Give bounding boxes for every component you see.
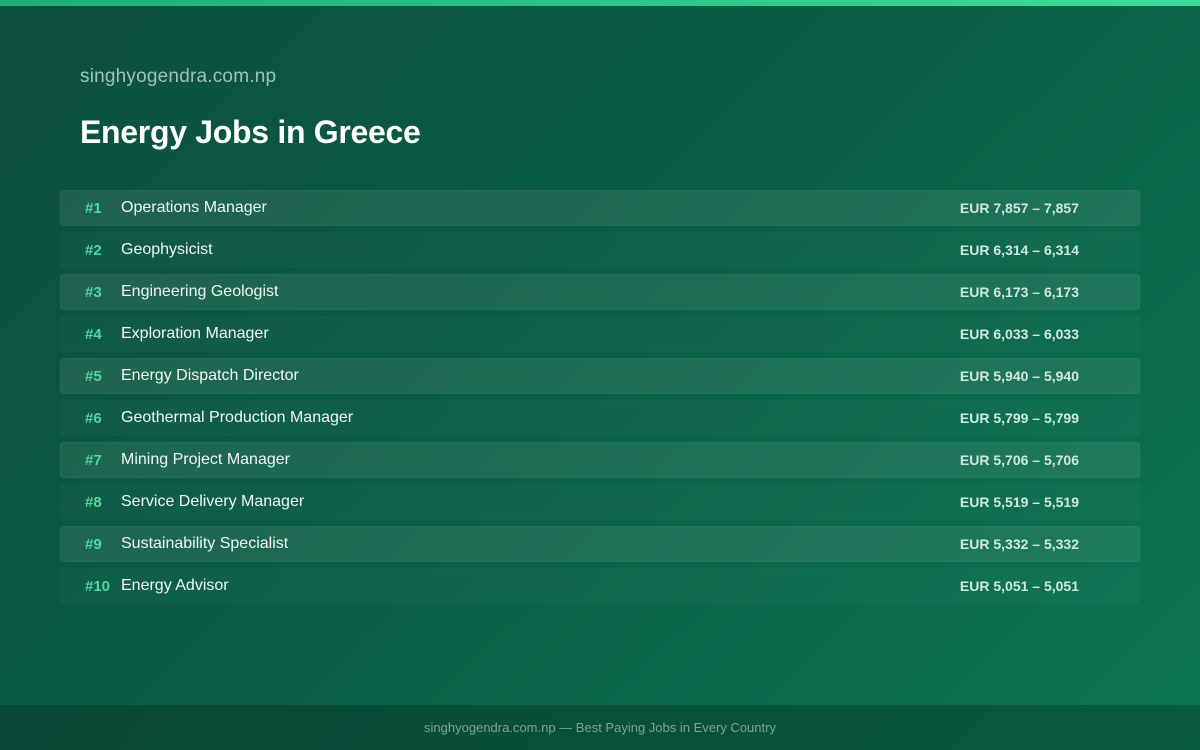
job-row: #7 Mining Project Manager EUR 5,706 – 5,… xyxy=(60,442,1140,478)
footer-text: singhyogendra.com.np — Best Paying Jobs … xyxy=(424,720,776,735)
job-salary: EUR 5,706 – 5,706 xyxy=(959,452,1079,468)
job-salary: EUR 5,332 – 5,332 xyxy=(959,536,1079,552)
job-row: #10 Energy Advisor EUR 5,051 – 5,051 xyxy=(60,568,1140,604)
job-title: Sustainability Specialist xyxy=(121,535,289,552)
job-salary: EUR 6,173 – 6,173 xyxy=(959,284,1079,300)
job-title: Energy Advisor xyxy=(121,577,229,594)
job-salary: EUR 6,314 – 6,314 xyxy=(959,242,1079,258)
job-rank: #8 xyxy=(85,493,102,511)
job-title: Mining Project Manager xyxy=(121,451,290,468)
job-salary: EUR 5,051 – 5,051 xyxy=(959,578,1079,594)
brand-name: singhyogendra.com.np xyxy=(80,66,277,87)
job-rank: #1 xyxy=(85,199,102,217)
job-title: Exploration Manager xyxy=(121,325,269,342)
job-salary: EUR 5,940 – 5,940 xyxy=(959,368,1079,384)
job-row: #9 Sustainability Specialist EUR 5,332 –… xyxy=(60,526,1140,562)
job-rank: #2 xyxy=(85,241,102,259)
job-rank: #4 xyxy=(85,325,102,343)
job-list: #1 Operations Manager EUR 7,857 – 7,857 … xyxy=(60,190,1140,610)
job-row: #2 Geophysicist EUR 6,314 – 6,314 xyxy=(60,232,1140,268)
job-rank: #3 xyxy=(85,283,102,301)
job-title: Service Delivery Manager xyxy=(121,493,305,510)
job-rank: #10 xyxy=(85,577,111,595)
job-row: #3 Engineering Geologist EUR 6,173 – 6,1… xyxy=(60,274,1140,310)
job-salary: EUR 5,799 – 5,799 xyxy=(959,410,1079,426)
job-row: #4 Exploration Manager EUR 6,033 – 6,033 xyxy=(60,316,1140,352)
job-title: Energy Dispatch Director xyxy=(121,367,299,384)
job-title: Engineering Geologist xyxy=(121,283,279,300)
job-row: #5 Energy Dispatch Director EUR 5,940 – … xyxy=(60,358,1140,394)
job-title: Operations Manager xyxy=(121,199,267,216)
job-rank: #6 xyxy=(85,409,102,427)
job-salary: EUR 5,519 – 5,519 xyxy=(959,494,1079,510)
job-row: #6 Geothermal Production Manager EUR 5,7… xyxy=(60,400,1140,436)
page-title: Energy Jobs in Greece xyxy=(80,114,421,150)
top-accent-bar xyxy=(0,0,1200,6)
footer: singhyogendra.com.np — Best Paying Jobs … xyxy=(0,705,1200,750)
job-rank: #5 xyxy=(85,367,102,385)
job-row: #8 Service Delivery Manager EUR 5,519 – … xyxy=(60,484,1140,520)
job-title: Geophysicist xyxy=(121,241,213,258)
job-salary: EUR 6,033 – 6,033 xyxy=(959,326,1079,342)
job-title: Geothermal Production Manager xyxy=(121,409,354,426)
job-row: #1 Operations Manager EUR 7,857 – 7,857 xyxy=(60,190,1140,226)
job-rank: #7 xyxy=(85,451,102,469)
job-rank: #9 xyxy=(85,535,102,553)
job-salary: EUR 7,857 – 7,857 xyxy=(959,200,1079,216)
